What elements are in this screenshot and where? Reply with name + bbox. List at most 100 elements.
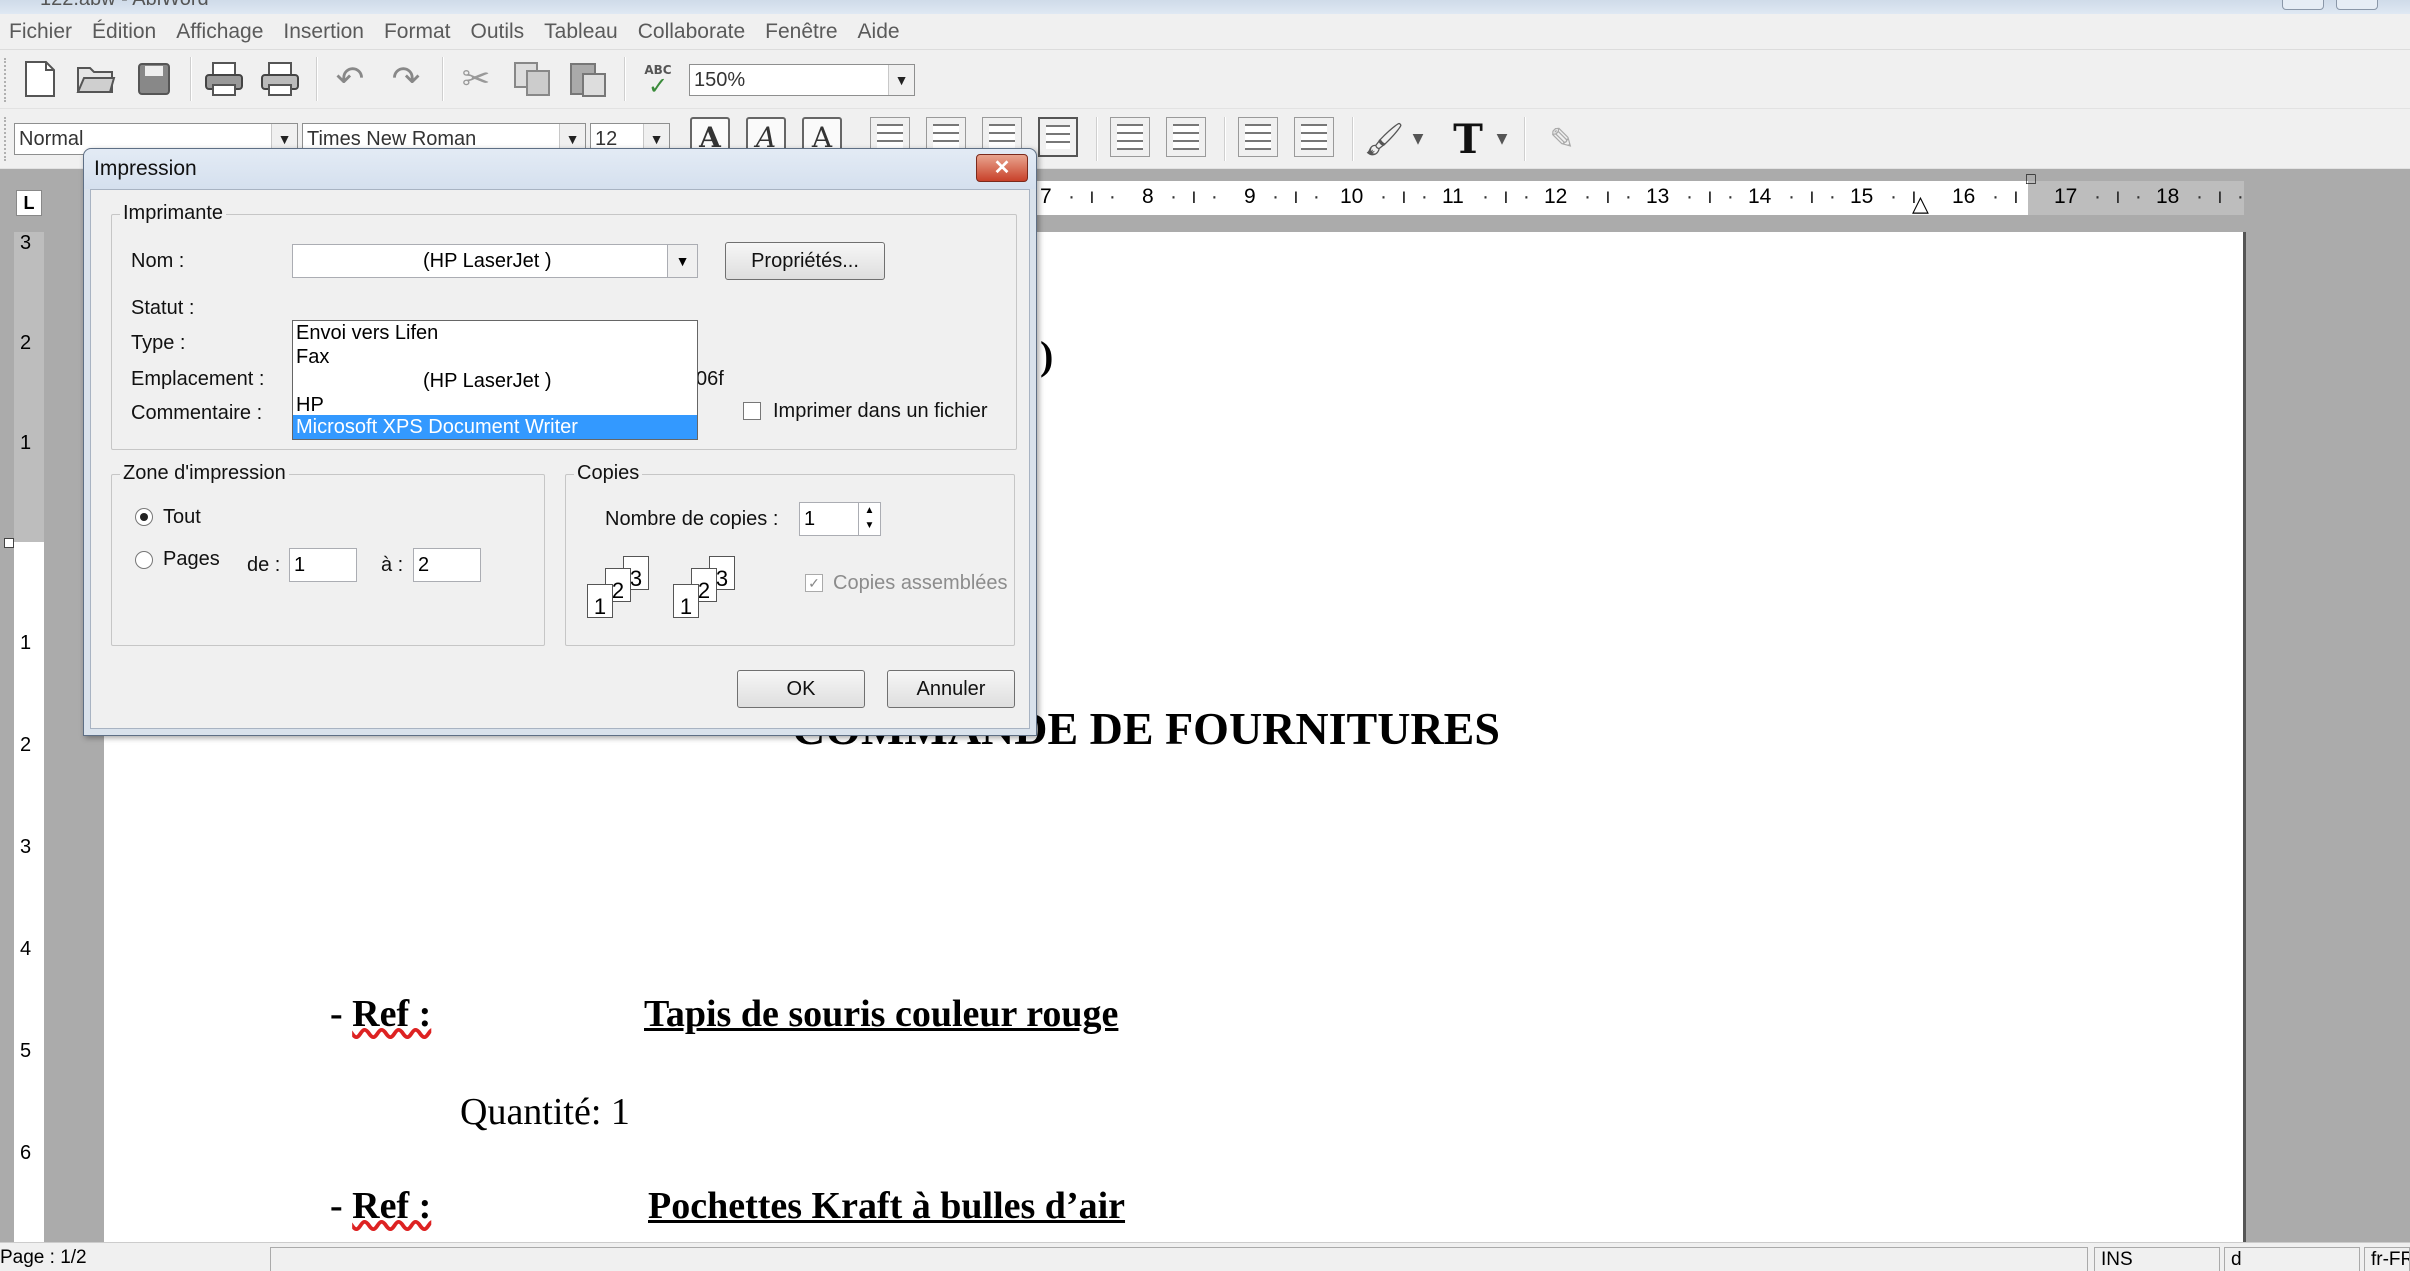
item-name: Tapis de souris couleur rouge — [644, 993, 1119, 1035]
menu-aide[interactable]: Aide — [849, 14, 911, 50]
toolbar-grip[interactable] — [4, 58, 8, 102]
numbered-list-icon[interactable] — [1110, 117, 1150, 157]
align-justify-icon[interactable] — [1038, 117, 1078, 157]
print-to-file-checkbox[interactable] — [743, 402, 761, 420]
ref-label: Ref : — [352, 1185, 432, 1227]
zoom-value: 150% — [694, 69, 746, 91]
style-value: Normal — [19, 128, 84, 150]
copies-group-label: Copies — [574, 462, 643, 485]
from-page-input[interactable]: 1 — [289, 548, 357, 582]
location-value: 06f — [696, 368, 724, 390]
ruler-tick: 8 — [1142, 185, 1154, 208]
paste-icon[interactable] — [566, 57, 610, 101]
menu-insertion[interactable]: Insertion — [274, 14, 375, 50]
ruler-right-margin-marker-icon[interactable]: □ — [2026, 171, 2036, 189]
vruler-tick: 2 — [20, 332, 32, 354]
window-title-bar: 122.abw - AbiWord — [0, 0, 2410, 14]
pen-tool-icon[interactable]: ✎ — [1540, 117, 1584, 161]
status-page: Page : 1/2 — [0, 1247, 87, 1268]
printer-option[interactable]: (HP LaserJet ) — [293, 369, 697, 393]
ruler-tick: 14 — [1748, 185, 1772, 208]
save-icon[interactable] — [132, 57, 176, 101]
ruler-tick: 11 — [1442, 185, 1464, 208]
dialog-close-button[interactable]: ✕ — [976, 154, 1028, 182]
text-color-dropdown-arrow-icon[interactable]: ▼ — [1490, 117, 1514, 161]
to-page-input[interactable]: 2 — [413, 548, 481, 582]
highlight-dropdown-arrow-icon[interactable]: ▼ — [1406, 117, 1430, 161]
printer-option[interactable]: HP — [293, 393, 697, 417]
to-label: à : — [381, 554, 404, 576]
cancel-button[interactable]: Annuler — [887, 670, 1015, 708]
dialog-title: Impression — [94, 157, 197, 180]
font-value: Times New Roman — [307, 128, 477, 150]
status-message-cell — [270, 1247, 2088, 1271]
bullet: - — [330, 993, 353, 1035]
printer-option-selected[interactable]: Microsoft XPS Document Writer — [293, 415, 697, 439]
vruler-margin-shade — [14, 232, 44, 542]
copy-icon[interactable] — [510, 57, 554, 101]
item-name: Pochettes Kraft à bulles d’air — [648, 1185, 1126, 1227]
collate-pages-icon: 3 2 1 — [673, 556, 749, 620]
standard-toolbar: ↶ ↷ ✂ ABC ✓ 150% ▼ — [0, 50, 2410, 109]
vertical-ruler[interactable]: 3 2 1 1 2 3 4 5 6 — [14, 232, 44, 1242]
range-pages-label: Pages — [163, 548, 220, 570]
menu-edition[interactable]: Édition — [83, 14, 167, 50]
collate-label: Copies assemblées — [833, 572, 1008, 594]
dialog-title-bar[interactable]: Impression ✕ — [84, 149, 1036, 189]
vruler-tick: 1 — [20, 632, 32, 654]
new-document-icon[interactable] — [18, 57, 62, 101]
print-icon[interactable] — [202, 57, 246, 101]
menu-tableau[interactable]: Tableau — [535, 14, 629, 50]
menu-format[interactable]: Format — [375, 14, 462, 50]
zoom-dropdown-arrow-icon[interactable]: ▼ — [888, 65, 914, 95]
redo-icon[interactable]: ↷ — [384, 57, 428, 101]
range-all-radio[interactable] — [135, 508, 153, 526]
text-color-icon[interactable]: T — [1446, 116, 1490, 163]
open-folder-icon[interactable] — [74, 57, 118, 101]
printer-dropdown-arrow-icon[interactable]: ▼ — [667, 245, 697, 277]
decrease-indent-icon[interactable] — [1238, 117, 1278, 157]
cut-icon[interactable]: ✂ — [454, 57, 498, 101]
heading-fragment: ) — [1040, 333, 1054, 378]
ruler-tick: 10 — [1340, 185, 1364, 208]
print-preview-icon[interactable] — [258, 57, 302, 101]
printer-option[interactable]: Fax — [293, 345, 697, 369]
maximize-button[interactable] — [2336, 0, 2378, 10]
range-pages-radio[interactable] — [135, 551, 153, 569]
collate-checkbox[interactable]: ✓ — [805, 574, 823, 592]
name-label: Nom : — [131, 250, 185, 272]
spellcheck-icon[interactable]: ABC ✓ — [636, 57, 680, 101]
vruler-margin-marker-icon[interactable] — [4, 538, 14, 548]
properties-button[interactable]: Propriétés... — [725, 242, 885, 280]
highlight-color-icon[interactable]: 🖌 — [1362, 117, 1406, 161]
undo-icon[interactable]: ↶ — [328, 57, 372, 101]
dialog-body: Imprimante Nom : (HP LaserJet ) ▼ Propri… — [90, 189, 1030, 729]
order-line-2: - Ref : Pochettes Kraft à bulles d’air — [330, 1184, 1125, 1228]
tab-type-selector[interactable]: L — [16, 190, 42, 216]
page-edge — [2243, 232, 2246, 1242]
ok-button[interactable]: OK — [737, 670, 865, 708]
menu-collaborate[interactable]: Collaborate — [629, 14, 756, 50]
ruler-tick: 12 — [1544, 185, 1568, 208]
ruler-tick: 15 — [1850, 185, 1874, 208]
printer-name-value: (HP LaserJet ) — [423, 250, 552, 272]
printer-name-select[interactable]: (HP LaserJet ) ▼ — [292, 244, 698, 278]
copies-spinner-icon[interactable]: ▲ ▼ — [858, 503, 880, 535]
printer-option[interactable]: Envoi vers Lifen — [293, 321, 697, 345]
menu-fichier[interactable]: Fichier — [0, 14, 83, 50]
menu-fenetre[interactable]: Fenêtre — [756, 14, 848, 50]
copies-count-input[interactable]: 1 ▲ ▼ — [799, 502, 881, 536]
zoom-select[interactable]: 150% ▼ — [689, 64, 915, 96]
order-line-1: - Ref : Tapis de souris couleur rouge — [330, 992, 1118, 1036]
bullet: - — [330, 1185, 353, 1227]
increase-indent-icon[interactable] — [1294, 117, 1334, 157]
menu-affichage[interactable]: Affichage — [167, 14, 274, 50]
menu-outils[interactable]: Outils — [461, 14, 535, 50]
ruler-indent-marker-icon[interactable]: △ — [1912, 191, 1929, 217]
vruler-tick: 3 — [20, 836, 32, 858]
status-lang: fr-FR — [2364, 1247, 2410, 1271]
minimize-button[interactable] — [2282, 0, 2324, 10]
bullet-list-icon[interactable] — [1166, 117, 1206, 157]
copies-count-label: Nombre de copies : — [605, 508, 779, 530]
printer-group-label: Imprimante — [120, 202, 227, 225]
